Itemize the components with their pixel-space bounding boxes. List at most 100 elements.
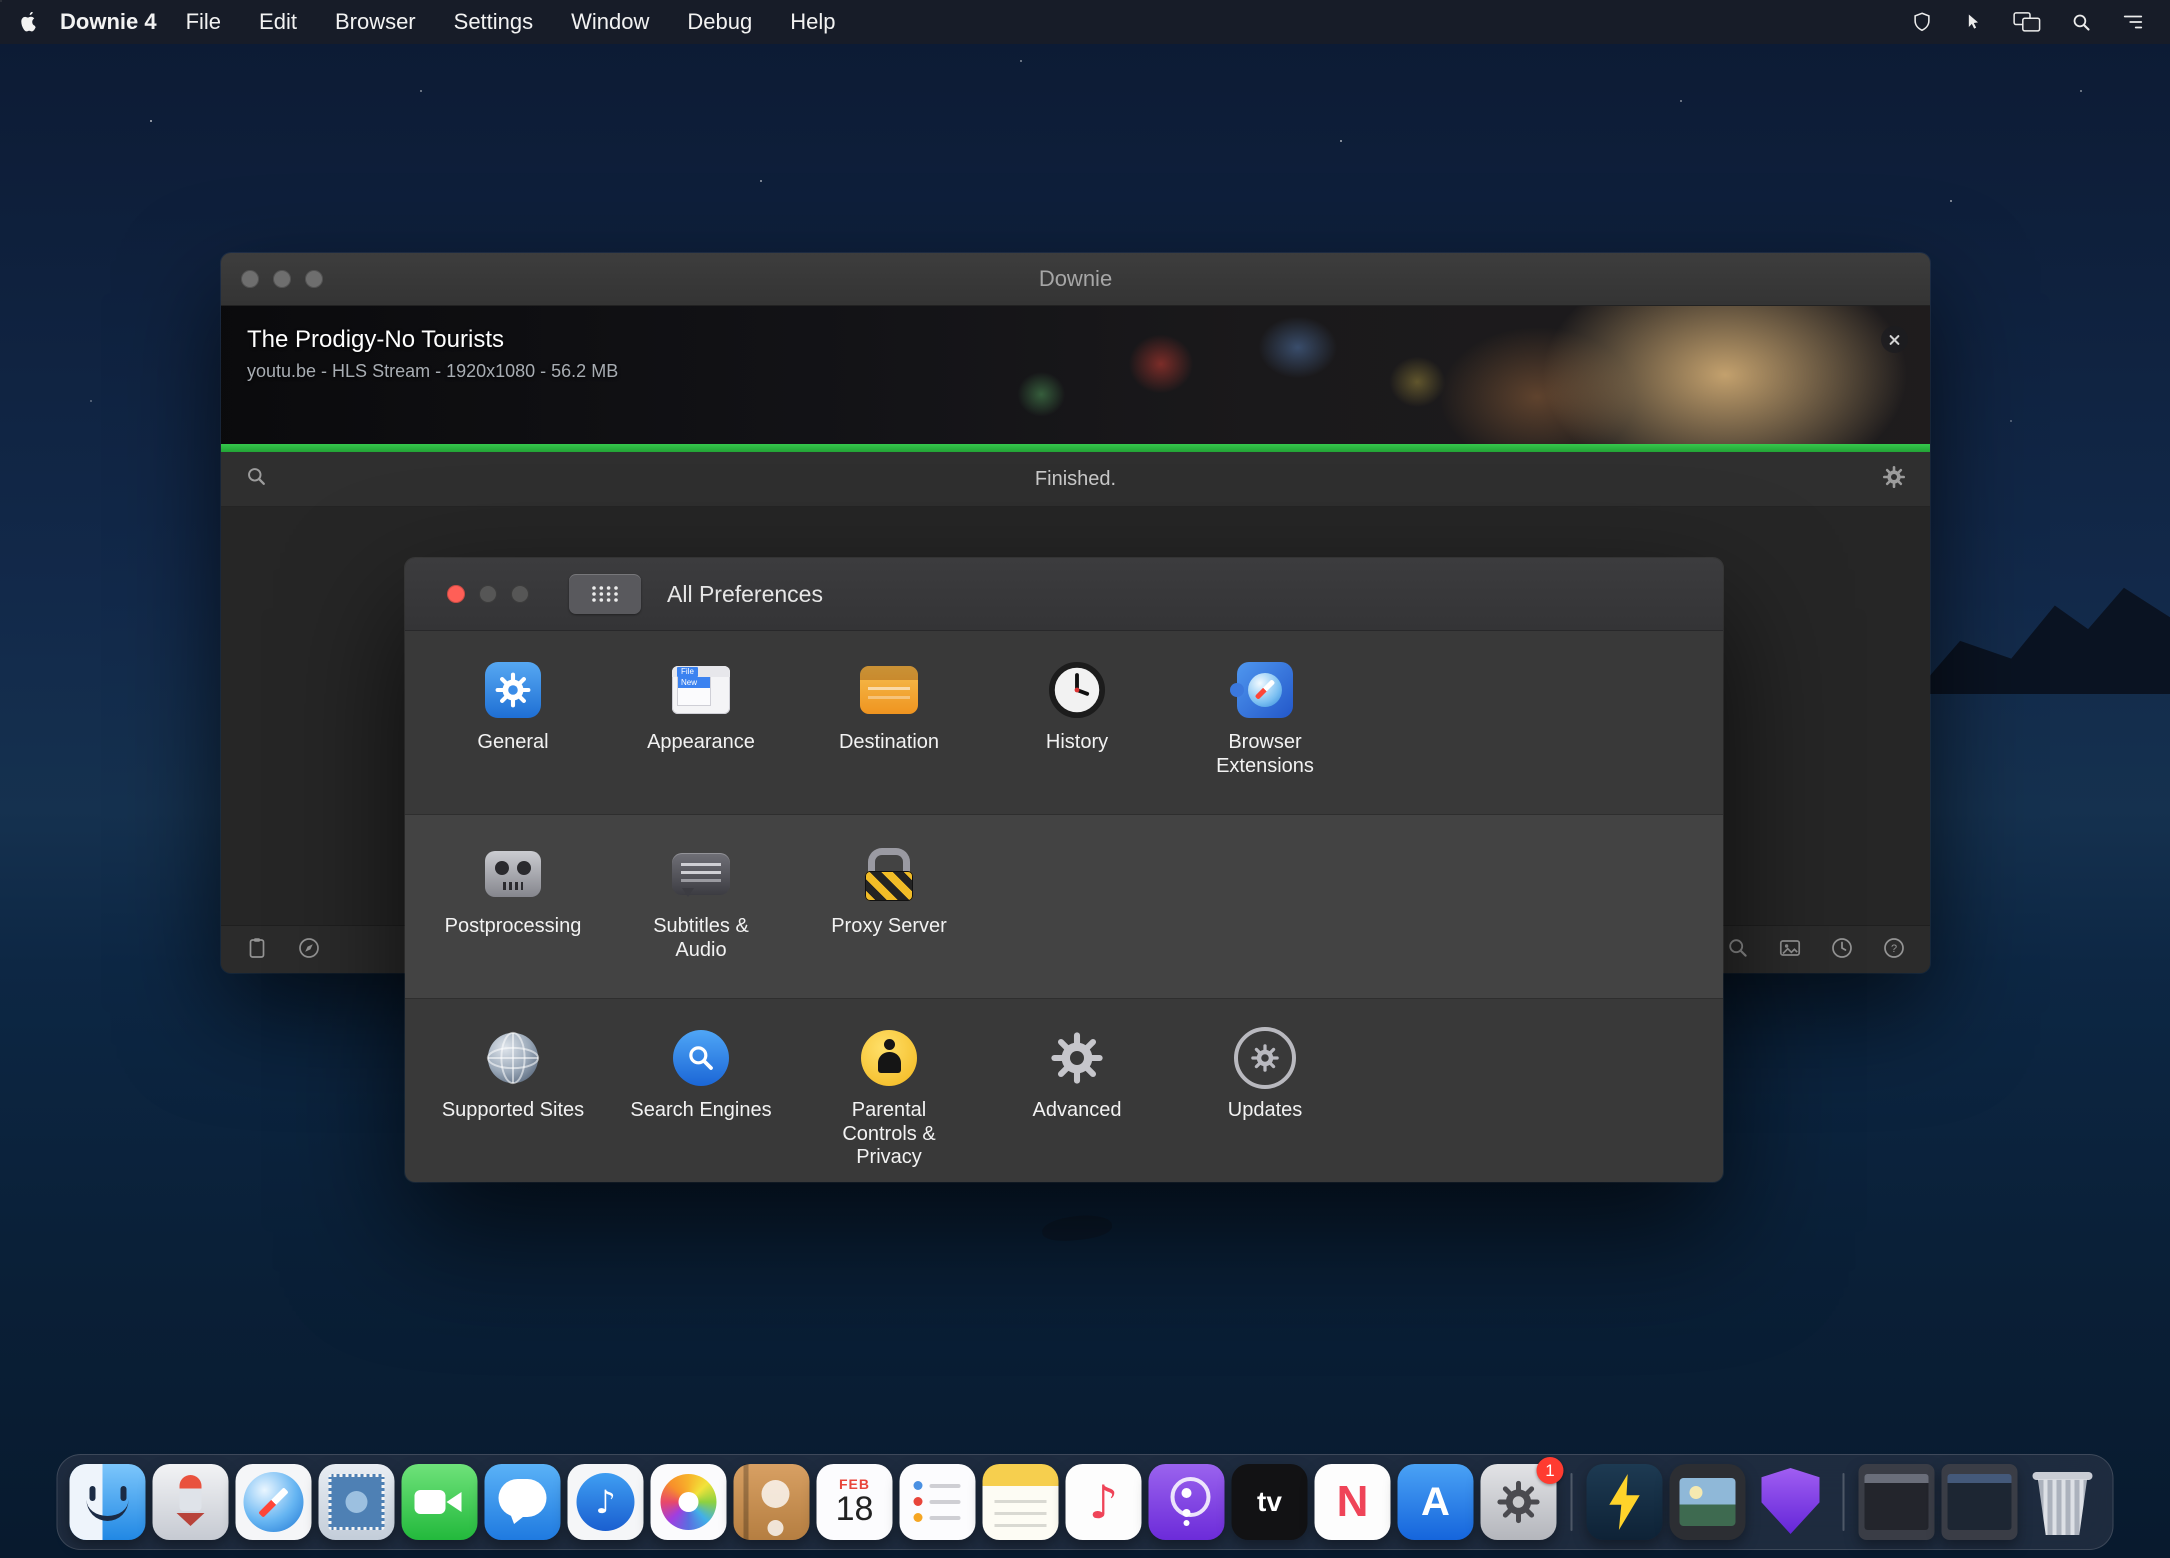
pref-item-label: General bbox=[477, 731, 549, 753]
dock-trash-icon[interactable] bbox=[2025, 1464, 2101, 1540]
remove-download-button[interactable] bbox=[1881, 326, 1908, 353]
apple-tv-label: tv bbox=[1257, 1486, 1282, 1517]
dock-music-circle-icon[interactable] bbox=[567, 1464, 644, 1540]
pref-item-postprocessing[interactable]: Postprocessing bbox=[419, 815, 607, 998]
download-title: The Prodigy-No Tourists bbox=[247, 326, 504, 353]
dock-bolt-icon[interactable] bbox=[1586, 1464, 1663, 1540]
compass-icon[interactable] bbox=[297, 936, 321, 965]
help-icon[interactable]: ? bbox=[1882, 936, 1906, 965]
pref-item-search-engines[interactable]: Search Engines bbox=[607, 999, 795, 1182]
minimize-button[interactable] bbox=[479, 585, 497, 603]
spotlight-search-icon[interactable] bbox=[2071, 12, 2092, 33]
pref-item-updates[interactable]: Updates bbox=[1171, 999, 1359, 1182]
pref-item-label: History bbox=[1045, 731, 1109, 753]
pref-item-subtitles-audio[interactable]: Subtitles & Audio bbox=[607, 815, 795, 998]
download-status-text: Finished. bbox=[1034, 467, 1117, 490]
dock-minimized-window-1[interactable] bbox=[1858, 1464, 1935, 1540]
dock-messages-icon[interactable] bbox=[484, 1464, 561, 1540]
dock-pictures-icon[interactable] bbox=[1669, 1464, 1746, 1540]
dock-divider bbox=[1570, 1473, 1573, 1531]
close-button[interactable] bbox=[447, 585, 465, 603]
dock-reminders-icon[interactable] bbox=[899, 1464, 976, 1540]
toolbar-right-group: ? bbox=[1726, 936, 1906, 965]
download-subtitle: youtu.be - HLS Stream - 1920x1080 - 56.2… bbox=[247, 361, 619, 381]
pref-item-parental-controls[interactable]: Parental Controls & Privacy bbox=[795, 999, 983, 1182]
preferences-title: All Preferences bbox=[667, 580, 823, 607]
general-gear-icon bbox=[480, 657, 546, 723]
preferences-titlebar[interactable]: All Preferences bbox=[405, 558, 1723, 631]
apple-menu-icon[interactable] bbox=[18, 12, 38, 32]
pref-item-label: Destination bbox=[838, 731, 940, 753]
dock-news-icon[interactable]: N bbox=[1314, 1464, 1391, 1540]
island-silhouette bbox=[1914, 587, 2170, 694]
history-clock-icon bbox=[1044, 657, 1110, 723]
menu-debug[interactable]: Debug bbox=[668, 0, 771, 44]
pref-item-destination[interactable]: Destination bbox=[795, 631, 983, 814]
history-clock-icon[interactable] bbox=[1830, 936, 1854, 965]
menu-bar-status-area bbox=[1911, 11, 2170, 33]
pref-item-advanced[interactable]: Advanced bbox=[983, 999, 1171, 1182]
dock-safari-icon[interactable] bbox=[235, 1464, 312, 1540]
pref-item-label: Advanced bbox=[1032, 1099, 1122, 1121]
cursor-icon[interactable] bbox=[1963, 12, 1983, 32]
preferences-row-2: Postprocessing Subtitles & Audio Proxy S… bbox=[405, 815, 1723, 999]
clipboard-icon[interactable] bbox=[245, 936, 269, 965]
window-title: Downie bbox=[1038, 266, 1113, 291]
pref-item-supported-sites[interactable]: Supported Sites bbox=[419, 999, 607, 1182]
preferences-row-1: General File New Appearance Destination … bbox=[405, 631, 1723, 815]
dock-minimized-window-2[interactable] bbox=[1941, 1464, 2018, 1540]
dock-notes-icon[interactable] bbox=[982, 1464, 1059, 1540]
pref-item-label: Postprocessing bbox=[444, 915, 582, 937]
pref-item-label: Parental Controls & Privacy bbox=[842, 1099, 936, 1169]
parental-controls-figure-icon bbox=[856, 1025, 922, 1091]
appearance-window-icon: File New bbox=[668, 657, 734, 723]
downie-titlebar[interactable]: Downie bbox=[221, 253, 1930, 306]
dock-app-store-icon[interactable]: A bbox=[1397, 1464, 1474, 1540]
image-icon[interactable] bbox=[1778, 936, 1802, 965]
notification-list-icon[interactable] bbox=[2122, 12, 2144, 32]
pref-item-appearance[interactable]: File New Appearance bbox=[607, 631, 795, 814]
finder-smile bbox=[86, 1500, 129, 1521]
pref-item-browser-extensions[interactable]: Browser Extensions bbox=[1171, 631, 1359, 814]
download-progress-fill bbox=[221, 444, 1930, 452]
dock-podcasts-icon[interactable] bbox=[1148, 1464, 1225, 1540]
download-status-row: Finished. bbox=[221, 452, 1930, 507]
menu-edit[interactable]: Edit bbox=[240, 0, 316, 44]
dock-facetime-icon[interactable] bbox=[401, 1464, 478, 1540]
appearance-icon-menu-label: File bbox=[677, 666, 698, 677]
show-all-preferences-button[interactable] bbox=[569, 574, 641, 614]
app-menu-title[interactable]: Downie 4 bbox=[60, 9, 157, 35]
dock-music-icon[interactable] bbox=[1065, 1464, 1142, 1540]
search-icon[interactable] bbox=[1726, 936, 1750, 965]
download-item[interactable]: The Prodigy-No Tourists youtu.be - HLS S… bbox=[221, 306, 1930, 444]
updates-gear-circle-icon bbox=[1232, 1025, 1298, 1091]
displays-icon[interactable] bbox=[2013, 11, 2041, 33]
preferences-window: All Preferences General File New Appeara… bbox=[405, 558, 1723, 1182]
dock-calendar-icon[interactable]: FEB 18 bbox=[816, 1464, 893, 1540]
preferences-row-3: Supported Sites Search Engines Parental … bbox=[405, 999, 1723, 1182]
download-item-text: The Prodigy-No Tourists youtu.be - HLS S… bbox=[221, 306, 1930, 382]
pref-item-general[interactable]: General bbox=[419, 631, 607, 814]
news-label: N bbox=[1336, 1477, 1369, 1526]
dock-rocket-icon[interactable] bbox=[152, 1464, 229, 1540]
dock-apple-tv-icon[interactable]: tv bbox=[1231, 1464, 1308, 1540]
menu-bar: Downie 4 File Edit Browser Settings Wind… bbox=[0, 0, 2170, 44]
shield-icon[interactable] bbox=[1911, 11, 1933, 33]
dock-shield-icon[interactable] bbox=[1753, 1464, 1829, 1540]
pref-item-history[interactable]: History bbox=[983, 631, 1171, 814]
dock-photos-icon[interactable] bbox=[650, 1464, 727, 1540]
calendar-day: 18 bbox=[835, 1490, 874, 1529]
menu-settings[interactable]: Settings bbox=[435, 0, 553, 44]
dock-stamp-icon[interactable] bbox=[318, 1464, 395, 1540]
zoom-button[interactable] bbox=[511, 585, 529, 603]
menu-window[interactable]: Window bbox=[552, 0, 668, 44]
menu-file[interactable]: File bbox=[167, 0, 240, 44]
dock-system-preferences-icon[interactable]: 1 bbox=[1480, 1457, 1564, 1540]
menu-help[interactable]: Help bbox=[771, 0, 854, 44]
pref-item-proxy-server[interactable]: Proxy Server bbox=[795, 815, 983, 998]
proxy-lock-icon bbox=[856, 841, 922, 907]
dock-finder-icon[interactable] bbox=[69, 1464, 146, 1540]
app-store-label: A bbox=[1421, 1479, 1450, 1524]
menu-browser[interactable]: Browser bbox=[316, 0, 435, 44]
dock-contacts-icon[interactable] bbox=[733, 1464, 810, 1540]
